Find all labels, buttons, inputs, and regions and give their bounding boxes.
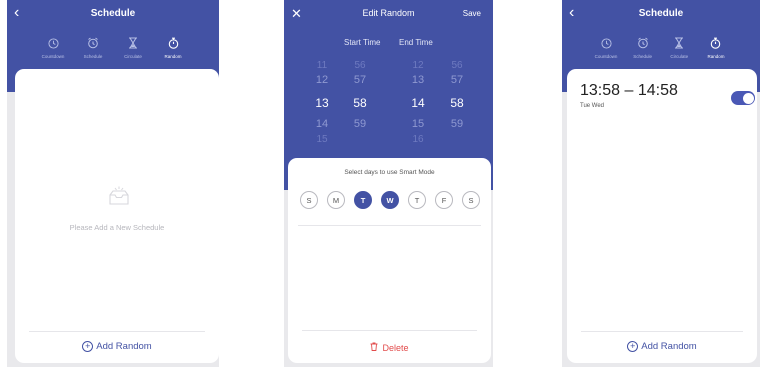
divider bbox=[302, 330, 477, 331]
days-sheet: Select days to use Smart Mode Delete bbox=[288, 158, 491, 363]
add-random-button[interactable]: + Add Random bbox=[15, 341, 219, 352]
alarm-clock-icon bbox=[86, 36, 100, 50]
content-card: 13:58 – 14:58 Tue Wed + Add Random bbox=[567, 69, 757, 363]
plus-circle-icon: + bbox=[82, 341, 94, 352]
day-saturday[interactable]: S bbox=[462, 191, 480, 209]
hourglass-icon bbox=[126, 36, 140, 50]
tab-schedule[interactable]: Schedule bbox=[625, 36, 661, 59]
clock-icon bbox=[46, 36, 60, 50]
clock-icon bbox=[599, 36, 613, 50]
schedule-empty-screen: ‹ Schedule Countdown Schedule Circulate … bbox=[7, 0, 219, 367]
schedule-list-screen: ‹ Schedule Countdown Schedule Circulate … bbox=[562, 0, 760, 367]
edit-random-screen: ✕ Edit Random Save Start Time End Time 1… bbox=[284, 0, 493, 367]
content-card: Please Add a New Schedule + Add Random bbox=[15, 69, 219, 363]
tab-schedule[interactable]: Schedule bbox=[75, 36, 111, 59]
stopwatch-icon bbox=[166, 36, 180, 50]
tab-countdown[interactable]: Countdown bbox=[588, 36, 624, 59]
days-prompt: Select days to use Smart Mode bbox=[344, 169, 435, 176]
save-button[interactable]: Save bbox=[463, 9, 481, 18]
entry-days: Tue Wed bbox=[580, 103, 605, 109]
page-title: Edit Random bbox=[362, 8, 415, 18]
hourglass-icon bbox=[672, 36, 686, 50]
toggle-knob bbox=[742, 92, 754, 104]
mode-tabs: Countdown Schedule Circulate Random bbox=[35, 36, 191, 59]
day-wednesday[interactable]: W bbox=[381, 191, 399, 209]
divider bbox=[29, 331, 205, 332]
page-title: Schedule bbox=[638, 8, 684, 19]
divider bbox=[298, 225, 481, 226]
stopwatch-icon bbox=[709, 36, 723, 50]
page-title: Schedule bbox=[90, 8, 136, 19]
end-time-header: End Time bbox=[399, 38, 433, 47]
day-sunday[interactable]: S bbox=[300, 191, 318, 209]
tab-random[interactable]: Random bbox=[698, 36, 734, 59]
day-thursday[interactable]: T bbox=[408, 191, 426, 209]
day-tuesday[interactable]: T bbox=[354, 191, 372, 209]
tab-circulate[interactable]: Circulate bbox=[661, 36, 697, 59]
delete-button[interactable]: Delete bbox=[288, 342, 491, 353]
tab-countdown[interactable]: Countdown bbox=[35, 36, 71, 59]
start-time-header: Start Time bbox=[344, 38, 381, 47]
entry-time-range: 13:58 – 14:58 bbox=[580, 82, 678, 99]
tab-random[interactable]: Random bbox=[155, 36, 191, 59]
plus-circle-icon: + bbox=[627, 341, 639, 352]
trash-icon bbox=[370, 342, 378, 353]
add-random-button[interactable]: + Add Random bbox=[567, 341, 757, 352]
entry-enable-toggle[interactable] bbox=[731, 91, 755, 105]
alarm-clock-icon bbox=[636, 36, 650, 50]
tab-circulate[interactable]: Circulate bbox=[115, 36, 151, 59]
schedule-entry[interactable]: 13:58 – 14:58 Tue Wed bbox=[567, 69, 757, 119]
empty-state-message: Please Add a New Schedule bbox=[69, 223, 165, 232]
day-monday[interactable]: M bbox=[327, 191, 345, 209]
empty-inbox-icon bbox=[107, 184, 131, 211]
mode-tabs: Countdown Schedule Circulate Random bbox=[588, 36, 734, 59]
divider bbox=[581, 331, 743, 332]
day-friday[interactable]: F bbox=[435, 191, 453, 209]
